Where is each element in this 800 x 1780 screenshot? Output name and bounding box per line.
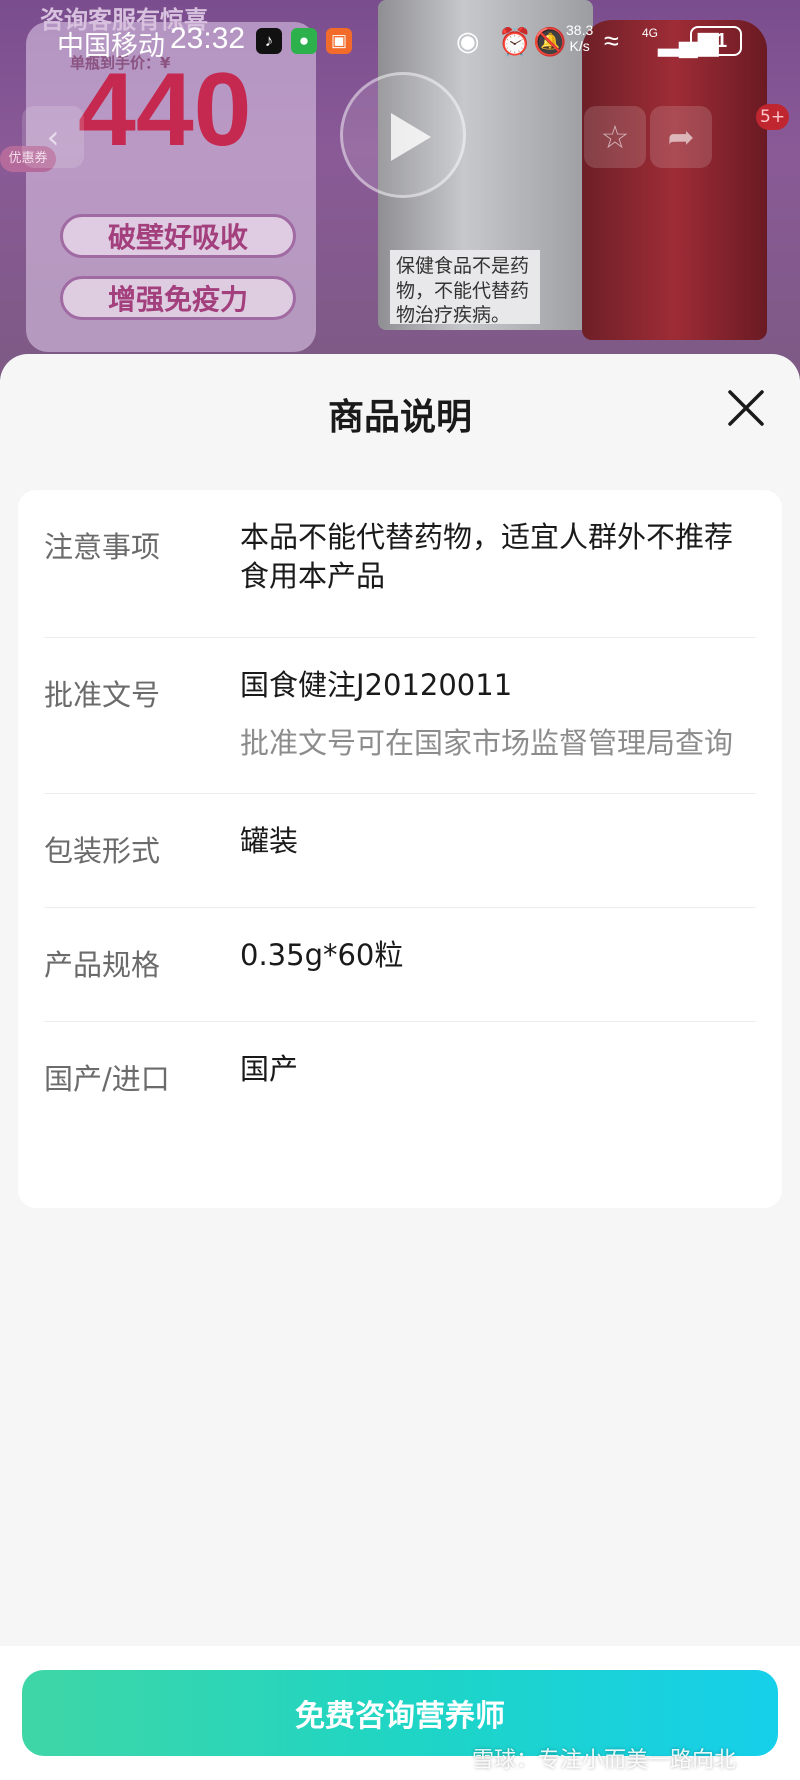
network-type: 4G — [642, 26, 659, 40]
carrier-name: 中国移动 — [57, 31, 165, 61]
info-row-value: 国产 — [240, 1052, 299, 1086]
play-icon[interactable] — [340, 72, 466, 198]
info-row-label: 国产/进口 — [44, 1062, 170, 1096]
info-row-value: 国食健注J20120011 — [240, 668, 513, 702]
promo-price: 440 — [78, 52, 252, 168]
star-icon[interactable]: ☆ — [584, 106, 646, 168]
app-notification-icon: ▣ — [326, 28, 352, 54]
info-row-label: 包装形式 — [44, 834, 161, 868]
wifi-icon: ≈ — [604, 26, 619, 56]
net-speed-value: 38.3 — [566, 22, 594, 38]
tiktok-icon: ♪ — [256, 28, 282, 54]
product-info-card: 注意事项 本品不能代替药物，适宜人群外不推荐食用本产品 批准文号 国食健注J20… — [18, 490, 782, 1208]
battery-icon: 81 — [690, 26, 742, 56]
net-speed-unit: K/s — [569, 38, 590, 54]
info-row-value: 罐装 — [240, 824, 299, 858]
alarm-icon: ⏰ — [498, 27, 532, 57]
sheet-title: 商品说明 — [327, 397, 472, 438]
tin-warning-label: 保健食品不是药物，不能代替药物治疗疾病。 — [390, 250, 540, 326]
promo-chip-immunity: 增强免疫力 — [60, 276, 296, 320]
info-row-label: 产品规格 — [44, 948, 161, 982]
info-row-spec: 产品规格 0.35g*60粒 — [44, 908, 756, 1022]
net-speed: 38.3 K/s — [566, 22, 593, 54]
wechat-icon: ● — [291, 28, 317, 54]
share-icon[interactable]: ➦ — [650, 106, 712, 168]
watermark: 雪球：专注小而美一路向北 — [472, 1748, 737, 1773]
info-row-label: 批准文号 — [44, 678, 161, 712]
promo-chip-absorb: 破壁好吸收 — [60, 214, 296, 258]
info-row-value: 0.35g*60粒 — [240, 938, 404, 972]
product-description-sheet: 商品说明 注意事项 本品不能代替药物，适宜人群外不推荐食用本产品 批准文号 国食… — [0, 354, 800, 1780]
product-jar-image — [582, 20, 767, 340]
eye-icon: ◉ — [456, 26, 480, 56]
notification-badge: 5+ — [756, 104, 790, 130]
close-icon[interactable] — [724, 386, 768, 430]
mute-icon: 🔕 — [533, 27, 567, 57]
footer-bar: 免费咨询营养师 雪球：专注小而美一路向北 — [0, 1646, 800, 1780]
clock: 23:32 — [170, 22, 246, 55]
info-row-value: 本品不能代替药物，适宜人群外不推荐食用本产品 — [240, 520, 734, 593]
back-icon[interactable]: ‹ — [22, 106, 84, 168]
info-row-label: 注意事项 — [44, 530, 161, 564]
info-row-hint: 批准文号可在国家市场监督管理局查询 — [240, 726, 734, 760]
info-row-packaging: 包装形式 罐装 — [44, 794, 756, 908]
info-row-approval: 批准文号 国食健注J20120011 批准文号可在国家市场监督管理局查询 — [44, 638, 756, 794]
info-row-origin: 国产/进口 国产 — [44, 1022, 756, 1136]
status-bar: 中国移动 23:32 ♪ ● ▣ ◉ ⏰ 🔕 38.3 K/s ≈ 4G▂▄▆ … — [0, 16, 800, 68]
info-row-notice: 注意事项 本品不能代替药物，适宜人群外不推荐食用本产品 — [44, 490, 756, 638]
